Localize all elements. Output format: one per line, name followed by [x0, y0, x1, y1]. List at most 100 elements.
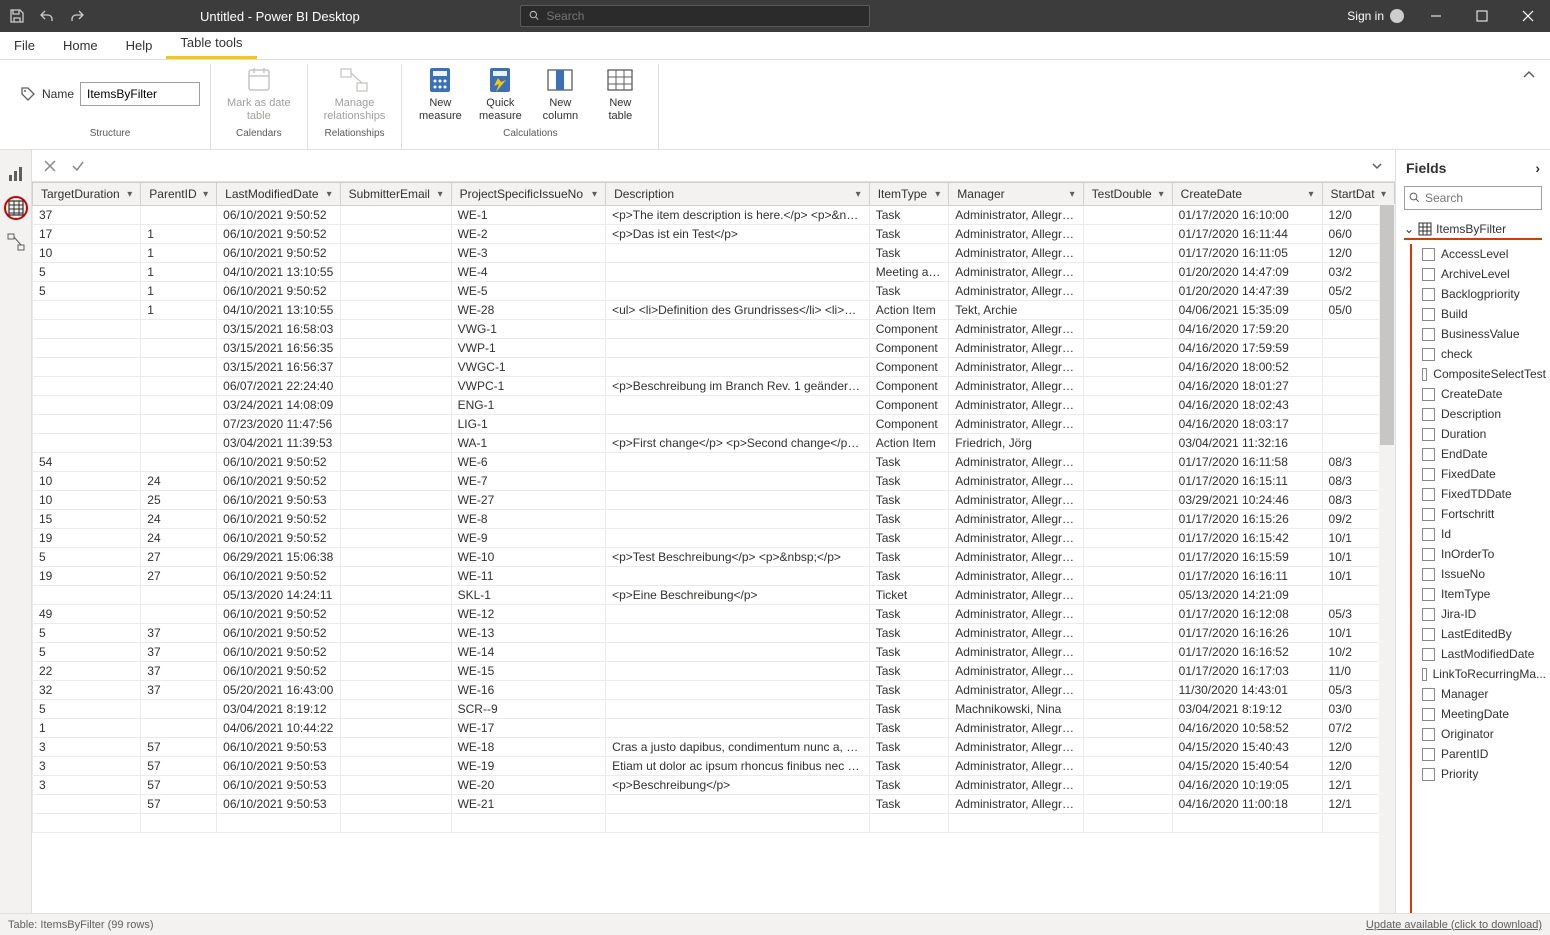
maximize-button[interactable] [1468, 2, 1496, 30]
checkbox[interactable] [1422, 348, 1435, 361]
table-name-input[interactable] [80, 82, 200, 106]
table-row[interactable]: 07/23/2020 11:47:56LIG-1ComponentAdminis… [33, 415, 1395, 434]
field-item[interactable]: InOrderTo [1418, 544, 1550, 564]
field-item[interactable]: Manager [1418, 684, 1550, 704]
field-item[interactable]: LastEditedBy [1418, 624, 1550, 644]
table-row[interactable]: 35706/10/2021 9:50:53WE-20<p>Beschreibun… [33, 776, 1395, 795]
report-view-button[interactable] [4, 162, 28, 186]
data-grid[interactable]: TargetDuration▾ParentID▾LastModifiedDate… [32, 182, 1395, 913]
field-item[interactable]: CompositeSelectTest [1418, 364, 1550, 384]
table-row[interactable]: 35706/10/2021 9:50:53WE-18Cras a justo d… [33, 738, 1395, 757]
checkbox[interactable] [1422, 608, 1435, 621]
mark-as-date-button[interactable]: Mark as date table [221, 64, 297, 123]
checkbox[interactable] [1422, 248, 1435, 261]
field-item[interactable]: ParentID [1418, 744, 1550, 764]
checkbox[interactable] [1422, 308, 1435, 321]
table-row[interactable]: 503/04/2021 8:19:12SCR--9TaskMachnikowsk… [33, 700, 1395, 719]
checkbox[interactable] [1422, 688, 1435, 701]
table-row[interactable]: 03/15/2021 16:58:03VWG-1ComponentAdminis… [33, 320, 1395, 339]
global-search[interactable] [520, 5, 870, 27]
filter-icon[interactable]: ▾ [1070, 189, 1075, 200]
checkbox[interactable] [1422, 408, 1435, 421]
checkbox[interactable] [1422, 508, 1435, 521]
tab-tabletools[interactable]: Table tools [166, 29, 256, 59]
checkbox[interactable] [1422, 468, 1435, 481]
table-row[interactable] [33, 814, 1395, 833]
table-row[interactable]: 03/24/2021 14:08:09ENG-1ComponentAdminis… [33, 396, 1395, 415]
column-header-submitteremail[interactable]: SubmitterEmail▾ [340, 183, 451, 206]
tab-help[interactable]: Help [112, 32, 167, 59]
filter-icon[interactable]: ▾ [127, 189, 132, 200]
vertical-scrollbar[interactable] [1379, 204, 1395, 913]
save-icon[interactable] [8, 7, 26, 25]
global-search-input[interactable] [546, 9, 861, 23]
table-row[interactable]: 03/04/2021 11:39:53WA-1<p>First change</… [33, 434, 1395, 453]
column-header-testdouble[interactable]: TestDouble▾ [1083, 183, 1172, 206]
column-header-description[interactable]: Description▾ [606, 183, 870, 206]
table-row[interactable]: 06/07/2021 22:24:40VWPC-1<p>Beschreibung… [33, 377, 1395, 396]
checkbox[interactable] [1422, 488, 1435, 501]
table-row[interactable]: 03/15/2021 16:56:35VWP-1ComponentAdminis… [33, 339, 1395, 358]
field-item[interactable]: EndDate [1418, 444, 1550, 464]
new-table-button[interactable]: New table [592, 64, 648, 123]
table-row[interactable]: 5104/10/2021 13:10:55WE-4Meeting as item… [33, 263, 1395, 282]
new-measure-button[interactable]: New measure [412, 64, 468, 123]
column-header-createdate[interactable]: CreateDate▾ [1172, 183, 1322, 206]
checkbox[interactable] [1422, 328, 1435, 341]
column-header-startdat[interactable]: StartDat▾ [1322, 183, 1394, 206]
field-item[interactable]: ItemType [1418, 584, 1550, 604]
filter-icon[interactable]: ▾ [327, 189, 332, 200]
table-row[interactable]: 4906/10/2021 9:50:52WE-12TaskAdministrat… [33, 605, 1395, 624]
fields-search-input[interactable] [1404, 186, 1542, 210]
fields-table-node[interactable]: ⌄ ItemsByFilter [1404, 222, 1542, 240]
table-row[interactable]: 104/06/2021 10:44:22WE-17TaskAdministrat… [33, 719, 1395, 738]
checkbox[interactable] [1422, 368, 1427, 381]
field-item[interactable]: Originator [1418, 724, 1550, 744]
table-row[interactable]: 223706/10/2021 9:50:52WE-15TaskAdministr… [33, 662, 1395, 681]
checkbox[interactable] [1422, 268, 1435, 281]
filter-icon[interactable]: ▾ [1309, 189, 1314, 200]
field-item[interactable]: CreateDate [1418, 384, 1550, 404]
table-row[interactable]: 52706/29/2021 15:06:38WE-10<p>Test Besch… [33, 548, 1395, 567]
table-row[interactable]: 35706/10/2021 9:50:53WE-19Etiam ut dolor… [33, 757, 1395, 776]
checkbox[interactable] [1422, 288, 1435, 301]
table-row[interactable]: 104/10/2021 13:10:55WE-28<ul> <li>Defini… [33, 301, 1395, 320]
column-header-manager[interactable]: Manager▾ [949, 183, 1083, 206]
table-row[interactable]: 5406/10/2021 9:50:52WE-6TaskAdministrato… [33, 453, 1395, 472]
table-row[interactable]: 192406/10/2021 9:50:52WE-9TaskAdministra… [33, 529, 1395, 548]
checkbox[interactable] [1422, 428, 1435, 441]
checkbox[interactable] [1422, 628, 1435, 641]
field-item[interactable]: Description [1418, 404, 1550, 424]
checkbox[interactable] [1422, 588, 1435, 601]
checkbox[interactable] [1422, 728, 1435, 741]
undo-icon[interactable] [38, 7, 56, 25]
checkbox[interactable] [1422, 648, 1435, 661]
table-row[interactable]: 3706/10/2021 9:50:52WE-1<p>The item desc… [33, 206, 1395, 225]
table-row[interactable]: 152406/10/2021 9:50:52WE-8TaskAdministra… [33, 510, 1395, 529]
table-row[interactable]: 102406/10/2021 9:50:52WE-7TaskAdministra… [33, 472, 1395, 491]
checkbox[interactable] [1422, 768, 1435, 781]
table-row[interactable]: 5106/10/2021 9:50:52WE-5TaskAdministrato… [33, 282, 1395, 301]
quick-measure-button[interactable]: Quick measure [472, 64, 528, 123]
checkbox[interactable] [1422, 668, 1427, 681]
field-item[interactable]: ArchiveLevel [1418, 264, 1550, 284]
redo-icon[interactable] [68, 7, 86, 25]
cancel-formula-button[interactable] [40, 156, 60, 176]
filter-icon[interactable]: ▾ [592, 189, 597, 200]
filter-icon[interactable]: ▾ [935, 189, 940, 200]
expand-formula-button[interactable] [1367, 156, 1387, 176]
field-item[interactable]: Build [1418, 304, 1550, 324]
column-header-itemtype[interactable]: ItemType▾ [869, 183, 949, 206]
table-row[interactable]: 102506/10/2021 9:50:53WE-27TaskAdministr… [33, 491, 1395, 510]
checkbox[interactable] [1422, 568, 1435, 581]
column-header-lastmodifieddate[interactable]: LastModifiedDate▾ [217, 183, 340, 206]
field-item[interactable]: Fortschritt [1418, 504, 1550, 524]
tab-home[interactable]: Home [49, 32, 112, 59]
checkbox[interactable] [1422, 548, 1435, 561]
table-row[interactable]: 323705/20/2021 16:43:00WE-16TaskAdminist… [33, 681, 1395, 700]
field-item[interactable]: Id [1418, 524, 1550, 544]
field-item[interactable]: FixedDate [1418, 464, 1550, 484]
column-header-targetduration[interactable]: TargetDuration▾ [33, 183, 141, 206]
field-item[interactable]: FixedTDDate [1418, 484, 1550, 504]
column-header-projectspecificissueno[interactable]: ProjectSpecificIssueNo▾ [451, 183, 605, 206]
